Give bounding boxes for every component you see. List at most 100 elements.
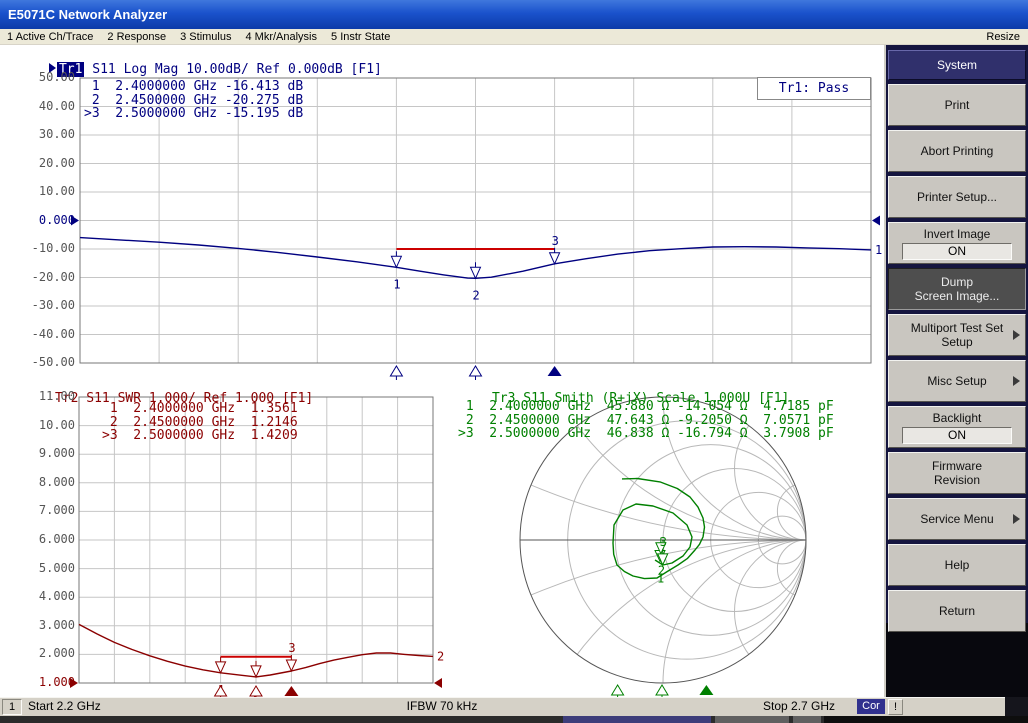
softkey-state-value: ON	[902, 243, 1013, 260]
softkey-menu-title[interactable]: System	[888, 50, 1026, 80]
y-axis-label: 10.00	[17, 418, 75, 432]
marker-number: 2	[473, 288, 480, 302]
marker-readout-row: 1 2.4000000 GHz -16.413 dB	[84, 80, 303, 94]
y-axis-label: 3.000	[17, 618, 75, 632]
menu-item-5[interactable]: 5 Instr State	[324, 31, 397, 43]
y-axis-label: 8.000	[17, 475, 75, 489]
marker-number: 3	[288, 641, 295, 655]
softkey-printer-setup[interactable]: Printer Setup...	[888, 176, 1026, 218]
trace-number-label: 2	[437, 649, 444, 663]
warning-indicator: !	[888, 699, 903, 715]
resize-label[interactable]: Resize	[986, 31, 1028, 43]
status-bar: 1 Start 2.2 GHz IFBW 70 kHz Stop 2.7 GHz…	[0, 697, 1005, 716]
tr1-marker-readout: 1 2.4000000 GHz -16.413 dB 2 2.4500000 G…	[84, 80, 303, 121]
marker-2[interactable]	[471, 267, 481, 278]
ifbw-readout: IFBW 70 kHz	[0, 699, 884, 713]
menu-bar: 1 Active Ch/Trace2 Response3 Stimulus4 M…	[0, 29, 1028, 45]
softkey-service-menu[interactable]: Service Menu	[888, 498, 1026, 540]
y-axis-label: 0.000	[17, 213, 75, 227]
stimulus-marker[interactable]	[612, 685, 624, 695]
softkey-multiport-test-set-setup[interactable]: Multiport Test SetSetup	[888, 314, 1026, 356]
marker-readout-row: 2 2.4500000 GHz 47.643 Ω -9.2050 Ω 7.057…	[458, 414, 834, 428]
marker-3[interactable]	[286, 660, 296, 671]
softkey-sidebar: System PrintAbort Printing Printer Setup.…	[884, 45, 1028, 697]
smith-reactance-arc	[663, 540, 884, 697]
marker-readout-row: >3 2.5000000 GHz 1.4209	[102, 429, 298, 443]
y-axis-label: -30.00	[17, 298, 75, 312]
window-title: E5071C Network Analyzer	[8, 7, 167, 22]
marker-readout-row: 2 2.4500000 GHz -20.275 dB	[84, 94, 303, 108]
taskbar-strip	[0, 716, 1028, 723]
y-axis-label: 4.000	[17, 589, 75, 603]
softkey-print[interactable]: Print	[888, 84, 1026, 126]
stop-frequency: Stop 2.7 GHz	[763, 699, 835, 713]
submenu-arrow-icon	[1013, 376, 1020, 386]
stimulus-marker[interactable]	[470, 366, 482, 376]
y-axis-label: 20.00	[17, 156, 75, 170]
y-axis-label: -50.00	[17, 355, 75, 369]
stimulus-marker[interactable]	[656, 685, 668, 695]
softkey-label: Misc Setup	[927, 374, 986, 388]
marker-3[interactable]	[550, 253, 560, 264]
softkey-backlight[interactable]: Backlight ON	[888, 406, 1026, 448]
y-axis-label: 50.00	[17, 70, 75, 84]
softkey-firmware-revision[interactable]: FirmwareRevision	[888, 452, 1026, 494]
marker-readout-row: >3 2.5000000 GHz 46.838 Ω -16.794 Ω 3.79…	[458, 427, 834, 441]
menu-item-1[interactable]: 1 Active Ch/Trace	[0, 31, 100, 43]
softkey-dump-screen-image[interactable]: DumpScreen Image...	[888, 268, 1026, 310]
y-axis-label: 30.00	[17, 127, 75, 141]
marker-readout-row: 1 2.4000000 GHz 45.880 Ω -14.054 Ω 4.718…	[458, 400, 834, 414]
y-axis-label: 10.00	[17, 184, 75, 198]
marker-number: 3	[552, 234, 559, 248]
softkey-label: Service Menu	[920, 512, 993, 526]
marker-readout-row: >3 2.5000000 GHz -15.195 dB	[84, 107, 303, 121]
tr1-limit-test-badge: Tr1: Pass	[757, 77, 871, 100]
softkey-help[interactable]: Help	[888, 544, 1026, 586]
correction-badge: Cor	[857, 699, 885, 714]
taskbar-button	[793, 716, 821, 723]
softkey-label: Backlight	[933, 411, 982, 425]
softkey-invert-image[interactable]: Invert Image ON	[888, 222, 1026, 264]
softkey-misc-setup[interactable]: Misc Setup	[888, 360, 1026, 402]
marker-number: 1	[393, 277, 400, 291]
submenu-arrow-icon	[1013, 514, 1020, 524]
softkey-menu-title-text: System	[937, 58, 977, 72]
softkey-abort-printing[interactable]: Abort Printing	[888, 130, 1026, 172]
taskbar-button	[715, 716, 789, 723]
y-axis-label: -40.00	[17, 327, 75, 341]
stimulus-marker-active[interactable]	[699, 685, 713, 695]
charts-canvas[interactable]: 11232123123	[0, 45, 884, 697]
stimulus-marker-active[interactable]	[284, 686, 298, 696]
softkey-label: Printer Setup...	[917, 190, 997, 204]
trace-number-label: 1	[875, 243, 882, 257]
window-titlebar[interactable]: E5071C Network Analyzer	[0, 0, 1028, 29]
marker-2[interactable]	[251, 666, 261, 677]
softkey-label: Firmware	[932, 459, 982, 473]
y-axis-label: -10.00	[17, 241, 75, 255]
taskbar-active-button	[563, 716, 711, 723]
softkey-label: Help	[945, 558, 970, 572]
graticule-screen: 11232123123 Tr1 S11 Log Mag 10.00dB/ Ref…	[0, 45, 884, 697]
reference-level-arrow-right	[434, 678, 442, 688]
menu-item-2[interactable]: 2 Response	[100, 31, 173, 43]
y-axis-label: 9.000	[17, 446, 75, 460]
taskbar-tray	[824, 716, 1028, 723]
smith-reactance-arc	[520, 540, 884, 697]
y-axis-label: 7.000	[17, 503, 75, 517]
softkey-return[interactable]: Return	[888, 590, 1026, 632]
softkey-label: Screen Image...	[915, 289, 1000, 303]
marker-1[interactable]	[391, 256, 401, 267]
menu-item-3[interactable]: 3 Stimulus	[173, 31, 238, 43]
stimulus-marker-active[interactable]	[548, 366, 562, 376]
y-axis-label: 5.000	[17, 561, 75, 575]
stimulus-marker[interactable]	[390, 366, 402, 376]
marker-1[interactable]	[216, 662, 226, 673]
softkey-label: Revision	[934, 473, 980, 487]
softkey-label: Invert Image	[924, 227, 991, 241]
softkey-label: Dump	[941, 275, 973, 289]
softkey-state-value: ON	[902, 427, 1013, 444]
softkey-label: Multiport Test Set	[911, 321, 1003, 335]
menu-item-4[interactable]: 4 Mkr/Analysis	[238, 31, 324, 43]
reference-level-arrow-right	[872, 216, 880, 226]
softkey-label: Setup	[941, 335, 972, 349]
